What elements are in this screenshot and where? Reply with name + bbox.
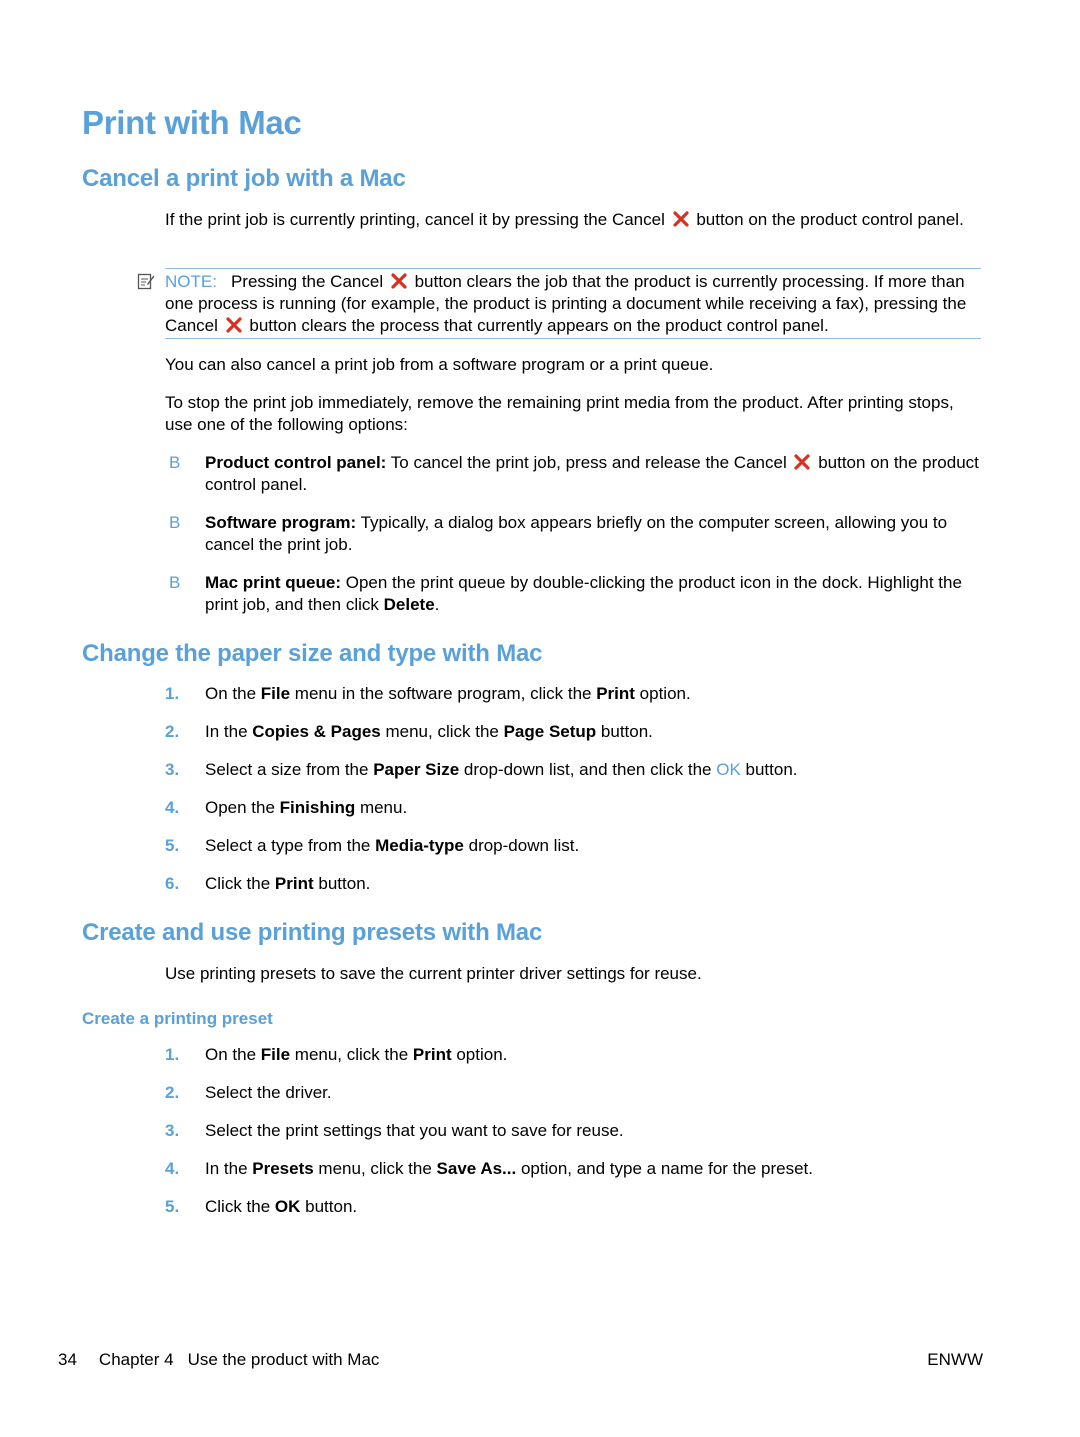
step-term: Print	[596, 684, 635, 703]
page-number: 34	[58, 1350, 77, 1369]
step-text: option.	[634, 684, 691, 703]
bullet-item-mac-print-queue: B Mac print queue: Open the print queue …	[165, 572, 985, 616]
step-text: menu, click the	[380, 722, 504, 741]
bullet-item-control-panel: B Product control panel: To cancel the p…	[165, 452, 985, 496]
step-term: Copies & Pages	[252, 722, 381, 741]
subheading-create-preset: Create a printing preset	[82, 1009, 273, 1028]
note-text-3: button clears the process that currently…	[249, 316, 829, 335]
step-text: On the	[205, 1045, 261, 1064]
step-term: Presets	[252, 1159, 314, 1178]
step-number: 1.	[165, 684, 180, 703]
cancel-x-icon	[391, 273, 407, 289]
preset-step: 4. In the Presets menu, click the Save A…	[165, 1158, 985, 1180]
step-number: 2.	[165, 722, 180, 741]
step-text: Select the print settings that you want …	[205, 1121, 624, 1140]
step-term: OK	[274, 1197, 301, 1216]
step-term: File	[260, 1045, 291, 1064]
chapter-title: Use the product with Mac	[187, 1350, 380, 1369]
step-text: option.	[451, 1045, 508, 1064]
step-text: button.	[596, 722, 653, 741]
bullet-mark: B	[169, 513, 181, 532]
step-number: 1.	[165, 1045, 180, 1064]
bullet-text: To cancel the print job, press and relea…	[390, 453, 787, 472]
step-number: 5.	[165, 1197, 180, 1216]
step-number: 4.	[165, 798, 180, 817]
step-number: 2.	[165, 1083, 180, 1102]
preset-step: 1. On the File menu, click the Print opt…	[165, 1044, 985, 1066]
presets-intro: Use printing presets to save the current…	[165, 964, 702, 983]
step-term: Print	[412, 1045, 452, 1064]
step-text: On the	[205, 684, 261, 703]
preset-step: 2. Select the driver.	[165, 1082, 985, 1104]
step-text: button.	[300, 1197, 358, 1216]
paper-step: 2. In the Copies & Pages menu, click the…	[165, 721, 985, 743]
paper-step: 5. Select a type from the Media-type dro…	[165, 835, 985, 857]
cancel-x-icon	[672, 211, 689, 227]
paper-step: 4. Open the Finishing menu.	[165, 797, 985, 819]
step-term: Finishing	[279, 798, 356, 817]
cancel-intro-text: If the print job is currently printing, …	[165, 210, 665, 229]
bullet-text-end: .	[434, 595, 440, 614]
bullet-mark: B	[169, 573, 181, 592]
preset-step: 3. Select the print settings that you wa…	[165, 1120, 985, 1142]
step-text: Click the	[205, 1197, 275, 1216]
step-term: Print	[274, 874, 314, 893]
step-text: Click the	[205, 874, 275, 893]
bullet-label: Product control panel:	[205, 453, 387, 472]
cancel-para-3: To stop the print job immediately, remov…	[165, 393, 954, 434]
step-text: menu in the software program, click the	[290, 684, 597, 703]
step-text: In the	[205, 1159, 253, 1178]
paper-step: 3. Select a size from the Paper Size dro…	[165, 759, 985, 781]
step-text: Select a type from the	[205, 836, 376, 855]
step-number: 3.	[165, 760, 180, 779]
step-term: Paper Size	[373, 760, 460, 779]
footer-locale: ENWW	[927, 1350, 983, 1369]
step-text: button.	[740, 760, 798, 779]
paper-step: 6. Click the Print button.	[165, 873, 985, 895]
step-text: drop-down list.	[463, 836, 580, 855]
section-heading-paper: Change the paper size and type with Mac	[82, 640, 543, 667]
bullet-mark: B	[169, 453, 181, 472]
chapter-label: Chapter 4	[98, 1350, 174, 1369]
section-heading-presets: Create and use printing presets with Mac	[82, 919, 543, 946]
page-footer: 34 Chapter 4 Use the product with Mac	[58, 1350, 379, 1370]
note-text-1: Pressing the Cancel	[230, 272, 384, 291]
step-text: drop-down list, and then click the	[459, 760, 717, 779]
cancel-intro: If the print job is currently printing, …	[165, 209, 985, 231]
step-term: Media-type	[375, 836, 464, 855]
bullet-label: Software program:	[205, 513, 357, 532]
ok-link[interactable]: OK	[716, 760, 741, 779]
note-label: NOTE:	[165, 272, 217, 291]
step-text: Open the	[205, 798, 280, 817]
step-number: 4.	[165, 1159, 180, 1178]
cancel-para-2: You can also cancel a print job from a s…	[165, 355, 714, 374]
note-pencil-icon	[137, 273, 155, 290]
paper-step: 1. On the File menu in the software prog…	[165, 683, 985, 705]
note-box: NOTE: Pressing the Cancel button clears t…	[165, 268, 981, 339]
step-term: Save As...	[436, 1159, 517, 1178]
step-text: Select a size from the	[205, 760, 374, 779]
page-title: Print with Mac	[82, 104, 302, 141]
cancel-x-icon	[794, 454, 811, 470]
step-text: option, and type a name for the preset.	[516, 1159, 813, 1178]
step-number: 5.	[165, 836, 180, 855]
step-number: 6.	[165, 874, 180, 893]
step-number: 3.	[165, 1121, 180, 1140]
step-text: menu, click the	[313, 1159, 437, 1178]
step-term: File	[260, 684, 291, 703]
section-heading-cancel: Cancel a print job with a Mac	[82, 165, 406, 192]
step-text: menu.	[355, 798, 408, 817]
cancel-intro-text-end: button on the product control panel.	[696, 210, 964, 229]
step-text: In the	[205, 722, 253, 741]
step-text: button.	[313, 874, 371, 893]
preset-step: 5. Click the OK button.	[165, 1196, 985, 1218]
bullet-label: Mac print queue:	[205, 573, 342, 592]
bullet-item-software-program: B Software program: Typically, a dialog …	[165, 512, 985, 556]
step-term: Page Setup	[503, 722, 597, 741]
step-text: Select the driver.	[205, 1083, 332, 1102]
cancel-x-icon	[226, 317, 242, 333]
delete-term: Delete	[383, 595, 435, 614]
step-text: menu, click the	[290, 1045, 413, 1064]
